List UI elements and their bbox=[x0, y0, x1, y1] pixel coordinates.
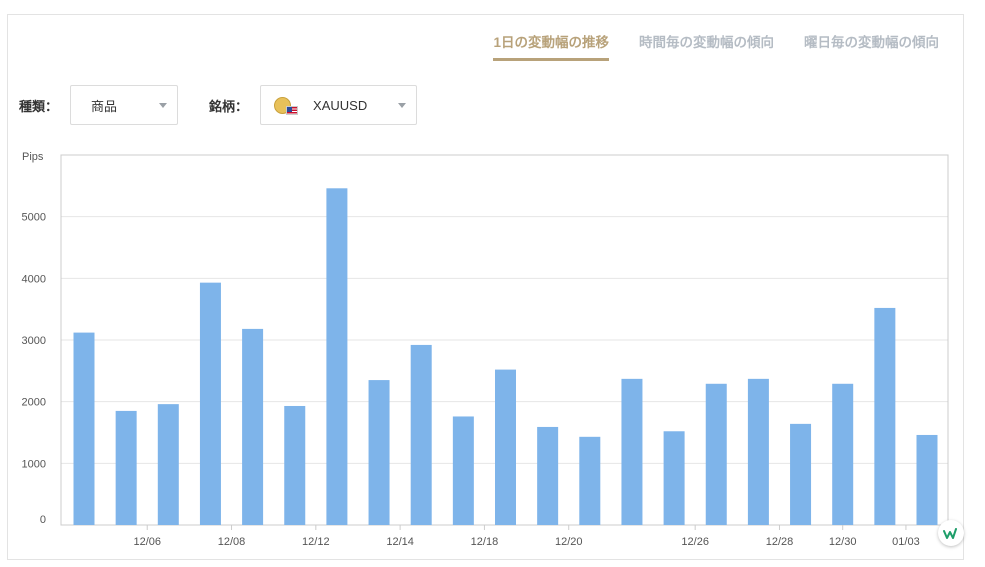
bar[interactable] bbox=[157, 404, 179, 525]
bar-chart: 010002000300040005000 12/06 12/08 12/12 12/… bbox=[22, 151, 949, 548]
bar[interactable] bbox=[705, 383, 727, 525]
x-tick-label: 12/28 bbox=[766, 536, 794, 548]
bar[interactable] bbox=[326, 188, 348, 526]
x-tick-label: 01/03 bbox=[892, 536, 920, 548]
bar[interactable] bbox=[916, 434, 938, 525]
bar[interactable] bbox=[790, 423, 812, 525]
bar[interactable] bbox=[368, 380, 390, 525]
bar[interactable] bbox=[452, 416, 474, 525]
y-tick-label: 3000 bbox=[22, 335, 46, 347]
y-axis-label: Pips bbox=[22, 151, 44, 163]
bar[interactable] bbox=[832, 383, 854, 525]
y-tick-label: 4000 bbox=[22, 273, 46, 285]
bar[interactable] bbox=[874, 307, 896, 525]
x-tick-label: 12/26 bbox=[681, 536, 709, 548]
y-tick-label: 0 bbox=[40, 514, 46, 526]
x-tick-label: 12/30 bbox=[829, 536, 857, 548]
brand-logo-icon[interactable] bbox=[938, 520, 964, 546]
x-tick-label: 12/06 bbox=[133, 536, 161, 548]
bar[interactable] bbox=[663, 431, 685, 525]
x-tick-label: 12/14 bbox=[386, 536, 414, 548]
y-tick-label: 5000 bbox=[22, 212, 46, 224]
y-axis-ticks: 0 1000 2000 3000 4000 5000 bbox=[22, 212, 46, 526]
x-tick-label: 12/20 bbox=[555, 536, 583, 548]
bar[interactable] bbox=[579, 436, 601, 525]
bar[interactable] bbox=[495, 369, 516, 525]
y-tick-label: 2000 bbox=[22, 397, 46, 409]
bar[interactable] bbox=[284, 405, 306, 525]
y-tick-label: 1000 bbox=[22, 458, 46, 470]
bar[interactable] bbox=[621, 378, 643, 525]
bar[interactable] bbox=[410, 344, 432, 525]
bar[interactable] bbox=[199, 282, 221, 525]
bar[interactable] bbox=[747, 378, 769, 525]
bar[interactable] bbox=[242, 328, 264, 525]
x-axis-ticks: 12/06 12/08 12/12 12/14 12/18 12/20 12/26 12/28… bbox=[133, 525, 920, 548]
x-tick-label: 12/18 bbox=[471, 536, 499, 548]
bar[interactable] bbox=[73, 332, 95, 525]
x-tick-label: 12/12 bbox=[302, 536, 330, 548]
bar[interactable] bbox=[537, 426, 559, 525]
bars bbox=[73, 188, 938, 526]
x-tick-label: 12/08 bbox=[218, 536, 246, 548]
bar[interactable] bbox=[115, 410, 137, 525]
